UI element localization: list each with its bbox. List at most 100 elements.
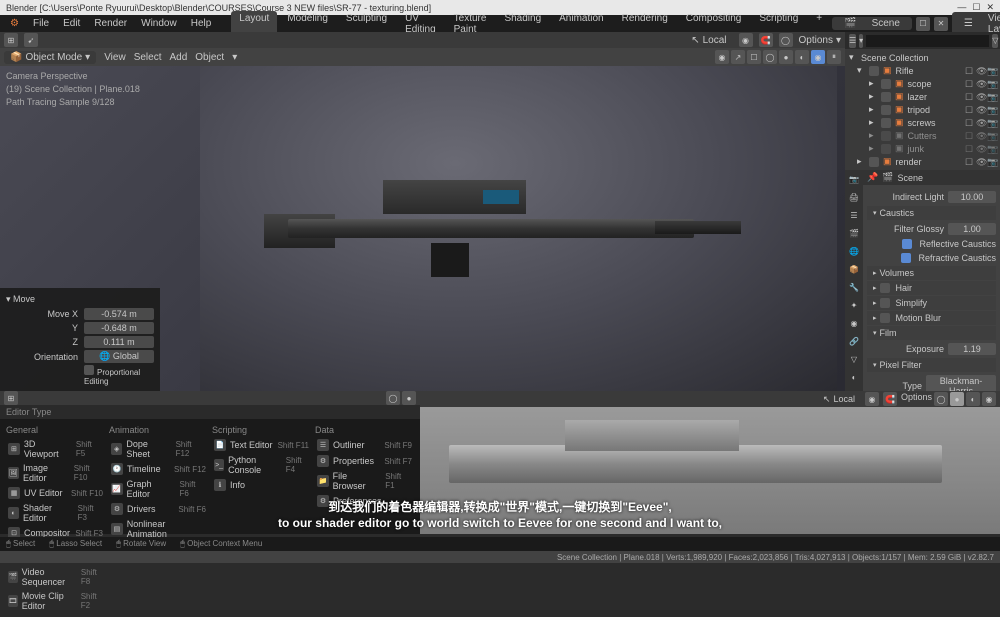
prop-tab-scene[interactable]: 🎬 <box>845 224 863 242</box>
prop-tab-output[interactable]: 🖨 <box>845 188 863 206</box>
options-dropdown[interactable]: Options <box>799 35 833 46</box>
blender-icon[interactable]: ⚙ <box>4 18 25 29</box>
item-movie-clip[interactable]: 🎞Movie Clip EditorShift F2 <box>6 589 105 613</box>
outliner-root[interactable]: ▾Scene Collection <box>845 51 1000 64</box>
item-file-browser[interactable]: 📁File BrowserShift F1 <box>315 469 414 493</box>
menu-edit[interactable]: Edit <box>57 18 86 29</box>
item-shader-editor[interactable]: ◐Shader EditorShift F3 <box>6 501 105 525</box>
refractive-check[interactable] <box>901 253 911 263</box>
mode-selector[interactable]: 📦 Object Mode ▾ <box>4 51 96 64</box>
prop-tab-modifier[interactable]: 🔧 <box>845 278 863 296</box>
shading-rendered-icon-2[interactable]: ◉ <box>982 392 996 406</box>
viewport-3d[interactable]: Camera Perspective (19) Scene Collection… <box>0 66 845 391</box>
xray-icon[interactable]: ☐ <box>747 50 761 64</box>
outliner-item-tripod[interactable]: ▸▣tripod☐👁📷 <box>845 103 1000 116</box>
section-pixel-filter[interactable]: Pixel Filter <box>867 358 996 372</box>
outliner-item-lazer[interactable]: ▸▣lazer☐👁📷 <box>845 90 1000 103</box>
menu-view[interactable]: View <box>104 52 126 63</box>
filter-icon[interactable]: ▽ <box>992 34 998 48</box>
eye-icon[interactable]: 👁 <box>976 66 985 75</box>
prop-tab-constraint[interactable]: 🔗 <box>845 332 863 350</box>
item-python-console[interactable]: >_Python ConsoleShift F4 <box>212 453 311 477</box>
outliner-item-cutters[interactable]: ▸▣Cutters☐👁📷 <box>845 129 1000 142</box>
proportional-icon[interactable]: ◯ <box>779 33 793 47</box>
outliner-item-scope[interactable]: ▸▣scope☐👁📷 <box>845 77 1000 90</box>
outliner-item-junk[interactable]: ▸▣junk☐👁📷 <box>845 142 1000 155</box>
exposure-input[interactable]: 1.19 <box>948 343 996 355</box>
menu-file[interactable]: File <box>27 18 55 29</box>
menu-window[interactable]: Window <box>135 18 183 29</box>
shading-wire-icon[interactable]: ◯ <box>763 50 777 64</box>
section-hair[interactable]: Hair <box>867 281 996 295</box>
scene-selector[interactable]: 🎬Scene <box>832 17 912 30</box>
prop-tab-viewlayer[interactable]: ☰ <box>845 206 863 224</box>
orientation-select[interactable]: 🌐 Global <box>84 350 154 363</box>
prop-tab-particle[interactable]: ✦ <box>845 296 863 314</box>
shading-wire-icon-2[interactable]: ◯ <box>934 392 948 406</box>
outliner-type-icon[interactable]: ☰ <box>849 34 856 48</box>
section-motion-blur[interactable]: Motion Blur <box>867 311 996 325</box>
item-image-editor[interactable]: 🖼Image EditorShift F10 <box>6 461 105 485</box>
section-simplify[interactable]: Simplify <box>867 296 996 310</box>
outliner-item-screws[interactable]: ▸▣screws☐👁📷 <box>845 116 1000 129</box>
shading-material-icon[interactable]: ◐ <box>795 50 809 64</box>
orientation-bottom[interactable]: ↖ Local <box>817 393 861 406</box>
shading-rendered-icon[interactable]: ◉ <box>811 50 825 64</box>
pivot-icon[interactable]: ◉ <box>739 33 753 47</box>
outliner-item-render[interactable]: ▸▣render☐👁📷 <box>845 155 1000 168</box>
chevron-down-icon[interactable]: ▾ <box>836 35 841 46</box>
exclude-icon[interactable]: ☐ <box>965 66 974 75</box>
type-select[interactable]: Blackman-Harris <box>926 375 996 391</box>
move-x-input[interactable]: -0.574 m <box>84 308 154 320</box>
orientation-selector[interactable]: ↖ Local <box>685 34 732 47</box>
menu-render[interactable]: Render <box>88 18 133 29</box>
item-drivers[interactable]: ⚙DriversShift F6 <box>109 501 208 517</box>
section-film[interactable]: Film <box>867 326 996 340</box>
cursor-tool-icon[interactable]: ➹ <box>24 33 38 47</box>
item-timeline[interactable]: 🕐TimelineShift F12 <box>109 461 208 477</box>
chevron-down-icon[interactable]: ▾ <box>232 52 237 63</box>
camera-icon[interactable]: 📷 <box>987 66 996 75</box>
display-mode-icon[interactable]: ▾ <box>859 34 863 48</box>
editor-type-icon[interactable]: ⊞ <box>4 33 18 47</box>
prop-tab-physics[interactable]: ◉ <box>845 314 863 332</box>
snap-icon-2[interactable]: 🧲 <box>883 392 897 406</box>
pin-icon[interactable]: 📌 <box>867 172 878 183</box>
section-caustics[interactable]: Caustics <box>867 206 996 220</box>
section-volumes[interactable]: Volumes <box>867 266 996 280</box>
shading-material-icon-2[interactable]: ◐ <box>966 392 980 406</box>
pivot-icon-2[interactable]: ◉ <box>865 392 879 406</box>
prop-tab-render[interactable]: 📷 <box>845 170 863 188</box>
item-uv-editor[interactable]: ▦UV EditorShift F10 <box>6 485 105 501</box>
menu-help[interactable]: Help <box>185 18 218 29</box>
item-3d-viewport[interactable]: ⊞3D ViewportShift F5 <box>6 437 105 461</box>
shading-solid-icon-2[interactable]: ● <box>950 392 964 406</box>
proportional-check[interactable]: Proportional Editing <box>84 365 154 386</box>
item-outliner[interactable]: ☰OutlinerShift F9 <box>315 437 414 453</box>
outliner-search[interactable] <box>866 35 989 47</box>
move-z-input[interactable]: 0.111 m <box>84 336 154 348</box>
editor-icon[interactable]: ⊞ <box>4 391 18 405</box>
indirect-light-input[interactable]: 10.00 <box>948 191 996 203</box>
filter-glossy-input[interactable]: 1.00 <box>948 223 996 235</box>
item-dope-sheet[interactable]: ◈Dope SheetShift F12 <box>109 437 208 461</box>
menu-select[interactable]: Select <box>134 52 162 63</box>
menu-add[interactable]: Add <box>169 52 187 63</box>
menu-object[interactable]: Object <box>195 52 224 63</box>
item-info[interactable]: ℹInfo <box>212 477 311 493</box>
item-properties[interactable]: ⚙PropertiesShift F7 <box>315 453 414 469</box>
options-bottom[interactable]: Options <box>901 392 932 406</box>
prop-tab-data[interactable]: ▽ <box>845 350 863 368</box>
prop-tab-material[interactable]: ◐ <box>845 368 863 386</box>
item-video-seq[interactable]: 🎬Video SequencerShift F8 <box>6 565 105 589</box>
prop-tab-world[interactable]: 🌐 <box>845 242 863 260</box>
gizmo-icon[interactable]: ↗ <box>731 50 745 64</box>
pause-icon[interactable]: ⏸ <box>827 50 841 64</box>
outliner-item-rifle[interactable]: ▾▣Rifle☐👁📷 <box>845 64 1000 77</box>
scene-new-icon[interactable]: ☐ <box>916 17 930 31</box>
overlay-icon[interactable]: ◉ <box>715 50 729 64</box>
shading-solid-icon[interactable]: ● <box>779 50 793 64</box>
prop-tab-object[interactable]: 📦 <box>845 260 863 278</box>
item-text-editor[interactable]: 📄Text EditorShift F11 <box>212 437 311 453</box>
item-graph-editor[interactable]: 📈Graph EditorShift F6 <box>109 477 208 501</box>
